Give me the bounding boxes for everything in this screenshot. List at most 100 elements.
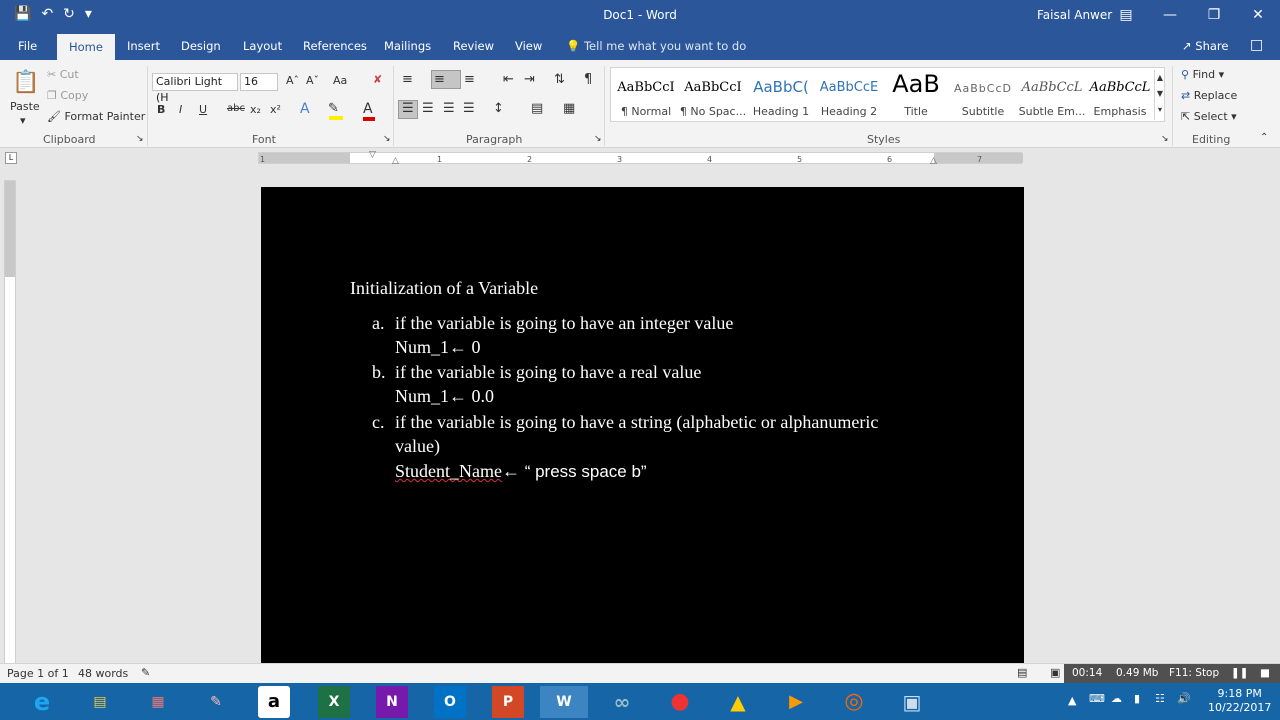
first-line-indent-marker[interactable]: ▽ xyxy=(369,150,376,160)
shading-icon[interactable]: ▤ xyxy=(531,101,543,116)
page-count[interactable]: Page 1 of 1 xyxy=(7,667,69,680)
tell-me-box[interactable]: 💡 Tell me what you want to do xyxy=(566,39,746,53)
style-subtitle[interactable]: AaBbCcD Subtitle xyxy=(949,68,1017,121)
paste-dropdown-icon[interactable]: ▾ xyxy=(20,114,26,127)
numbering-icon[interactable]: ≡ xyxy=(434,72,445,87)
tray-icon-keyboard[interactable]: ⌨ xyxy=(1089,692,1105,705)
word-icon[interactable]: W xyxy=(540,686,588,718)
clipboard-launcher-icon[interactable]: ↘ xyxy=(136,134,144,144)
read-mode-icon[interactable]: ▤ xyxy=(1017,666,1027,679)
battery-icon[interactable]: ▮ xyxy=(1134,692,1140,705)
tab-selector[interactable]: L xyxy=(5,152,17,164)
onenote-icon[interactable]: N xyxy=(376,686,408,718)
paragraph-launcher-icon[interactable]: ↘ xyxy=(594,134,602,144)
style-normal[interactable]: AaBbCcI ¶ Normal xyxy=(613,68,679,121)
vertical-ruler[interactable] xyxy=(4,180,16,664)
tab-insert[interactable]: Insert xyxy=(127,39,160,53)
minimize-button[interactable]: — xyxy=(1148,0,1192,30)
align-left-icon[interactable]: ☰ xyxy=(402,101,414,116)
bullets-icon[interactable]: ≡ xyxy=(402,72,413,87)
collapse-ribbon-icon[interactable]: ⌃ xyxy=(1260,132,1268,143)
superscript-button[interactable]: x² xyxy=(270,103,281,116)
horizontal-ruler[interactable]: 1 1 2 3 4 5 6 7 ▽ △ △ xyxy=(258,150,1023,166)
restore-button[interactable]: ❐ xyxy=(1192,0,1236,30)
style-subtle-emphasis[interactable]: AaBbCcL Subtle Em... xyxy=(1017,68,1087,121)
highlight-icon[interactable]: ✎ xyxy=(328,101,339,116)
proofing-icon[interactable]: ✎ xyxy=(141,666,150,679)
font-color-button[interactable]: A xyxy=(363,101,373,117)
copy-button[interactable]: ❐ Copy xyxy=(47,89,88,102)
chrome-icon[interactable]: ● xyxy=(656,686,704,718)
share-button[interactable]: ↗ Share xyxy=(1182,39,1228,53)
tab-home[interactable]: Home xyxy=(57,34,115,60)
multilevel-list-icon[interactable]: ≡ xyxy=(464,72,475,87)
text-effects-button[interactable]: A xyxy=(300,101,310,117)
user-name[interactable]: Faisal Anwer xyxy=(1037,8,1112,22)
line-spacing-icon[interactable]: ↕ xyxy=(493,101,504,116)
outlook-icon[interactable]: O xyxy=(434,686,466,718)
grow-font-button[interactable]: Aˆ xyxy=(286,74,299,87)
styles-scroll-control[interactable]: ▲ ▼ ▾ xyxy=(1154,70,1165,120)
amazon-icon[interactable]: a xyxy=(258,686,290,718)
format-painter-button[interactable]: 🖌 Format Painter xyxy=(47,110,145,123)
paste-icon[interactable]: 📋 xyxy=(12,70,39,95)
tab-design[interactable]: Design xyxy=(181,39,221,53)
stop-icon[interactable]: ■ xyxy=(1260,667,1270,679)
ie-icon[interactable]: e xyxy=(18,686,66,718)
tab-file[interactable]: File xyxy=(18,39,37,53)
print-layout-icon[interactable]: ▣ xyxy=(1050,666,1060,679)
excel-icon[interactable]: X xyxy=(318,686,350,718)
style-heading-1[interactable]: AaBbC( Heading 1 xyxy=(747,68,815,121)
document-page[interactable]: Initialization of a Variable a. if the v… xyxy=(261,187,1024,663)
app-icon-infinity[interactable]: ∞ xyxy=(598,686,646,718)
app-icon-4[interactable]: ✎ xyxy=(192,686,240,718)
network-icon[interactable]: ☷ xyxy=(1155,692,1165,705)
style-emphasis[interactable]: AaBbCcL Emphasis xyxy=(1087,68,1153,121)
paste-button[interactable]: Paste xyxy=(10,100,40,113)
style-heading-2[interactable]: AaBbCcE Heading 2 xyxy=(815,68,883,121)
comments-icon[interactable]: □ xyxy=(1250,37,1263,53)
change-case-button[interactable]: Aa xyxy=(333,74,347,87)
cut-button[interactable]: ✂ Cut xyxy=(47,68,79,81)
file-explorer-icon[interactable]: ▤ xyxy=(76,686,124,718)
subscript-button[interactable]: x₂ xyxy=(250,103,261,116)
replace-button[interactable]: ⇄ Replace xyxy=(1181,89,1237,102)
screen-capture-icon[interactable]: ▣ xyxy=(888,686,936,718)
style-title[interactable]: AaB Title xyxy=(883,68,949,121)
tab-mailings[interactable]: Mailings xyxy=(384,39,431,53)
select-button[interactable]: ⇱ Select ▾ xyxy=(1181,110,1237,123)
strikethrough-button[interactable]: abc xyxy=(227,103,245,114)
pause-icon[interactable]: ❚❚ xyxy=(1231,667,1249,679)
sort-icon[interactable]: ⇅ xyxy=(554,72,565,87)
tab-view[interactable]: View xyxy=(515,39,542,53)
bold-button[interactable]: B xyxy=(157,103,165,116)
ribbon-display-options-icon[interactable]: ▤ xyxy=(1104,0,1148,30)
underline-button[interactable]: U xyxy=(199,103,207,116)
tab-review[interactable]: Review xyxy=(453,39,494,53)
align-center-icon[interactable]: ☰ xyxy=(422,101,434,116)
font-size-select[interactable]: 16 xyxy=(240,73,278,91)
italic-button[interactable]: I xyxy=(179,103,182,116)
app-icon-warning[interactable]: ▲ xyxy=(714,686,762,718)
justify-icon[interactable]: ☰ xyxy=(463,101,475,116)
cloud-icon[interactable]: ☁ xyxy=(1111,692,1122,705)
clock[interactable]: 9:18 PM 10/22/2017 xyxy=(1208,687,1271,715)
firefox-icon[interactable]: ◎ xyxy=(830,686,878,718)
right-indent-marker[interactable]: △ xyxy=(930,156,937,166)
recording-stop-button[interactable]: F11: Stop xyxy=(1169,667,1219,679)
increase-indent-icon[interactable]: ⇥ xyxy=(524,72,535,87)
style-no-spacing[interactable]: AaBbCcI ¶ No Spac... xyxy=(679,68,747,121)
powerpoint-icon[interactable]: P xyxy=(492,686,524,718)
tray-overflow-icon[interactable]: ▲ xyxy=(1068,694,1076,707)
word-count[interactable]: 48 words xyxy=(78,667,128,680)
styles-launcher-icon[interactable]: ↘ xyxy=(1161,134,1169,144)
volume-icon[interactable]: 🔊 xyxy=(1177,692,1191,705)
app-icon-3[interactable]: ▦ xyxy=(134,686,182,718)
shrink-font-button[interactable]: Aˇ xyxy=(306,74,319,87)
font-name-select[interactable]: Calibri Light (H xyxy=(152,73,238,104)
close-button[interactable]: ✕ xyxy=(1236,0,1280,30)
find-button[interactable]: ⚲ Find ▾ xyxy=(1181,68,1224,81)
hanging-indent-marker[interactable]: △ xyxy=(392,156,399,166)
font-launcher-icon[interactable]: ↘ xyxy=(383,134,391,144)
show-marks-button[interactable]: ¶ xyxy=(584,72,592,87)
